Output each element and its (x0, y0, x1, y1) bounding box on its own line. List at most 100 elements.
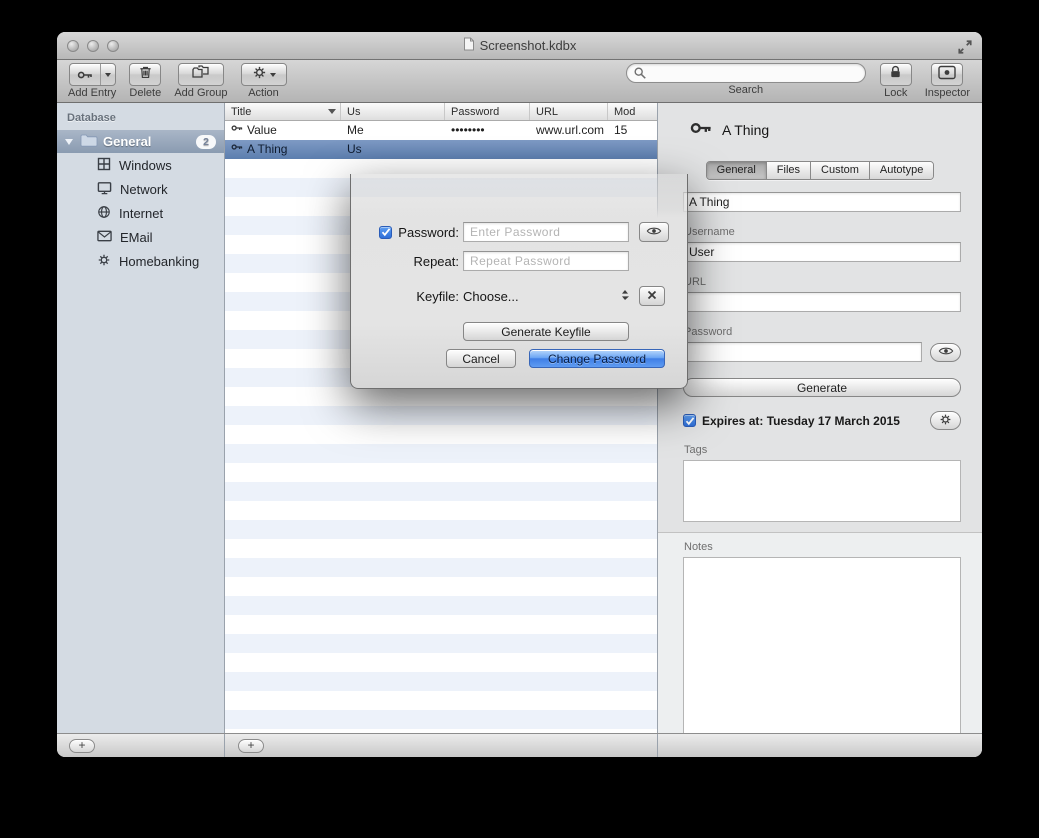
lock-button[interactable] (880, 63, 912, 86)
expires-options-button[interactable] (930, 411, 961, 430)
sidebar-item-label: EMail (120, 230, 153, 245)
change-password-button[interactable]: Change Password (529, 349, 665, 368)
reveal-new-password-button[interactable] (639, 222, 669, 242)
sidebar-item-internet[interactable]: Internet (57, 201, 224, 225)
lock-icon (888, 64, 903, 85)
search-input[interactable] (626, 63, 866, 83)
title-field[interactable] (683, 192, 961, 212)
username-field[interactable] (683, 242, 961, 262)
url-label: URL (684, 276, 961, 288)
sidebar-header: Database (57, 103, 224, 130)
delete-label: Delete (129, 87, 161, 99)
clear-keyfile-button[interactable] (639, 286, 665, 306)
app-window: Screenshot.kdbx Add Entry Delete (57, 32, 982, 757)
tab-files[interactable]: Files (766, 162, 810, 179)
column-header-modified[interactable]: Mod (608, 103, 657, 120)
password-checkbox[interactable] (379, 226, 392, 239)
sidebar-group-label: General (103, 134, 151, 149)
gear-icon (97, 253, 111, 270)
password-field[interactable] (683, 342, 922, 362)
eye-icon (646, 223, 662, 241)
disclosure-triangle-icon[interactable] (65, 139, 73, 145)
table-row-selected[interactable]: A Thing Us (225, 140, 657, 159)
fullscreen-icon[interactable] (957, 39, 973, 55)
notes-label: Notes (684, 541, 961, 553)
column-header-url[interactable]: URL (530, 103, 608, 120)
sidebar-group-general[interactable]: General 2 (57, 130, 224, 153)
window-minimize-button[interactable] (87, 40, 99, 52)
add-group-footer-button[interactable]: + (69, 739, 95, 753)
inspector-entry-title: A Thing (722, 122, 769, 138)
tab-custom[interactable]: Custom (810, 162, 869, 179)
column-header-title[interactable]: Title (225, 103, 341, 120)
sidebar-item-label: Windows (119, 158, 172, 173)
url-field[interactable] (683, 292, 961, 312)
key-icon (70, 64, 100, 85)
inspector-panel: A Thing General Files Custom Autotype Us… (658, 103, 982, 733)
tab-general[interactable]: General (707, 162, 766, 179)
username-label: Username (684, 226, 961, 238)
folder-icon (80, 133, 98, 150)
sidebar-item-homebanking[interactable]: Homebanking (57, 249, 224, 273)
close-icon (647, 287, 657, 305)
sidebar-item-label: Internet (119, 206, 163, 221)
monitor-icon (97, 181, 112, 198)
window-close-button[interactable] (67, 40, 79, 52)
eye-icon (938, 345, 954, 359)
entry-key-icon (231, 140, 243, 159)
table-row[interactable]: Value Me •••••••• www.url.com 15 (225, 121, 657, 140)
entry-key-icon (231, 121, 243, 140)
notes-textarea[interactable] (683, 557, 961, 741)
globe-icon (97, 205, 111, 222)
footer-divider (224, 734, 225, 757)
group-count-badge: 2 (196, 135, 216, 149)
entry-icon (690, 117, 712, 144)
expires-label: Expires at: Tuesday 17 March 2015 (702, 414, 900, 428)
toolbar: Add Entry Delete Add Group (57, 60, 982, 103)
keyfile-popup[interactable]: Choose... (463, 289, 629, 304)
add-entry-footer-button[interactable]: + (238, 739, 264, 753)
tab-autotype[interactable]: Autotype (869, 162, 933, 179)
bottom-bar: + + (57, 733, 982, 757)
stepper-icon (621, 289, 629, 304)
tags-label: Tags (684, 444, 961, 456)
action-label: Action (248, 87, 279, 99)
add-entry-dropdown[interactable] (100, 64, 115, 85)
delete-button[interactable] (129, 63, 161, 86)
document-icon (463, 37, 475, 54)
expires-checkbox[interactable] (683, 414, 696, 427)
new-password-input[interactable] (463, 222, 629, 242)
gear-icon (252, 65, 267, 85)
dialog-password-label: Password: (398, 225, 459, 240)
gear-icon (939, 413, 952, 429)
sidebar-item-email[interactable]: EMail (57, 225, 224, 249)
titlebar[interactable]: Screenshot.kdbx (57, 32, 982, 60)
tags-textarea[interactable] (683, 460, 961, 522)
reveal-password-button[interactable] (930, 343, 961, 362)
search-icon (633, 66, 647, 85)
envelope-icon (97, 230, 112, 245)
column-header-username[interactable]: Us (341, 103, 445, 120)
cancel-button[interactable]: Cancel (446, 349, 516, 368)
window-title: Screenshot.kdbx (480, 38, 577, 53)
add-group-button[interactable] (178, 63, 224, 86)
repeat-password-input[interactable] (463, 251, 629, 271)
column-header-password[interactable]: Password (445, 103, 530, 120)
sidebar-item-windows[interactable]: Windows (57, 153, 224, 177)
add-group-label: Add Group (174, 87, 227, 99)
sidebar-item-network[interactable]: Network (57, 177, 224, 201)
sidebar: Database General 2 Windows Network (57, 103, 225, 733)
caret-down-icon (105, 73, 111, 77)
entry-list-header: Title Us Password URL Mod (225, 103, 657, 121)
action-button[interactable] (241, 63, 287, 86)
windows-icon (97, 157, 111, 174)
trash-icon (138, 64, 153, 85)
generate-keyfile-button[interactable]: Generate Keyfile (463, 322, 629, 341)
window-zoom-button[interactable] (107, 40, 119, 52)
footer-divider (657, 734, 658, 757)
generate-password-button[interactable]: Generate (683, 378, 961, 397)
inspector-button[interactable] (931, 63, 963, 86)
lock-label: Lock (884, 87, 907, 99)
search-label: Search (728, 84, 763, 96)
add-entry-button[interactable] (69, 63, 116, 86)
